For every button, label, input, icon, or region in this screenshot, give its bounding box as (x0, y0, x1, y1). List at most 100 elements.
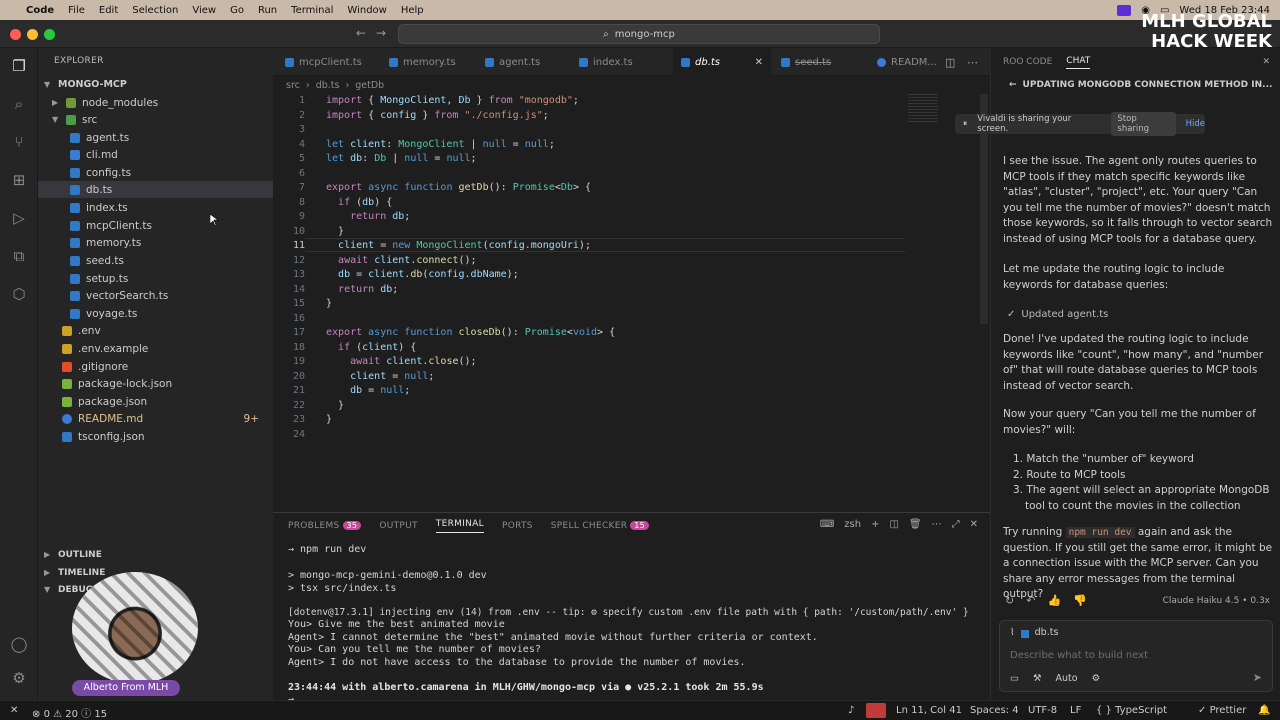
formatter[interactable]: ✓ Prettier (1198, 705, 1246, 716)
paperclip-icon[interactable]: ⌇ (1010, 627, 1015, 638)
tree-item-mcpclient-ts[interactable]: mcpClient.ts (38, 217, 273, 234)
tree-item-seed-ts[interactable]: seed.ts (38, 252, 273, 269)
tab-chat[interactable]: CHAT (1066, 56, 1091, 69)
back-arrow-icon[interactable]: ← (356, 26, 366, 40)
thumbs-up-icon[interactable]: 👍 (1047, 594, 1061, 607)
tab-memory-ts[interactable]: memory.ts (381, 48, 464, 76)
menu-view[interactable]: View (192, 5, 216, 16)
tab-terminal[interactable]: TERMINAL (435, 519, 484, 533)
menu-help[interactable]: Help (401, 5, 424, 16)
close-panel-icon[interactable]: ✕ (970, 519, 978, 530)
tab-readme[interactable]: READM... (869, 48, 945, 76)
chat-input-box[interactable]: ⌇ db.ts Describe what to build next ▭ ⚒ A… (999, 620, 1273, 692)
stop-sharing-button[interactable]: Stop sharing (1111, 112, 1176, 136)
attachment-chip[interactable]: ⌇ db.ts (1010, 627, 1058, 638)
split-editor-icon[interactable]: ◫ (945, 56, 955, 69)
tree-item-agent-ts[interactable]: agent.ts (38, 129, 273, 146)
settings-sliders-icon[interactable]: ⚙ (1092, 673, 1101, 684)
bell-icon[interactable]: ♪ (848, 705, 854, 716)
menu-window[interactable]: Window (347, 5, 386, 16)
tools-icon[interactable]: ⚒ (1033, 673, 1042, 684)
menu-edit[interactable]: Edit (99, 5, 118, 16)
tree-item-vectorsearch-ts[interactable]: vectorSearch.ts (38, 287, 273, 304)
tree-item-package-json[interactable]: package.json (38, 393, 273, 410)
tree-item-db-ts[interactable]: db.ts (38, 181, 273, 198)
trash-icon[interactable]: 🗑 (909, 519, 922, 530)
tree-item-cli-md[interactable]: cli.md (38, 146, 273, 163)
remote-icon[interactable]: ✕ (10, 705, 18, 716)
maximize-panel-icon[interactable]: ⤢ (952, 519, 960, 530)
menu-file[interactable]: File (68, 5, 85, 16)
forward-arrow-icon[interactable]: → (376, 26, 386, 40)
account-icon[interactable]: ◯ (9, 634, 29, 654)
tree-item-gitignore[interactable]: .gitignore (38, 358, 273, 375)
tree-item-index-ts[interactable]: index.ts (38, 199, 273, 216)
more-actions-icon[interactable]: ⋯ (967, 56, 978, 69)
agent-mode-icon[interactable]: ▭ (1010, 673, 1019, 684)
close-chat-icon[interactable]: ✕ (1262, 57, 1270, 67)
minimap[interactable] (908, 94, 938, 122)
tree-item-setup-ts[interactable]: setup.ts (38, 270, 273, 287)
indentation[interactable]: Spaces: 4 (970, 705, 1019, 716)
run-debug-icon[interactable]: ▷ (9, 208, 29, 228)
recording-indicator-icon[interactable] (866, 703, 886, 718)
encoding[interactable]: UTF-8 (1028, 705, 1057, 716)
explorer-icon[interactable]: ❐ (9, 56, 29, 76)
remote-explorer-icon[interactable]: ⧉ (9, 246, 29, 266)
thumbs-down-icon[interactable]: 👎 (1073, 594, 1087, 607)
hide-notice-button[interactable]: Hide (1186, 119, 1205, 129)
menu-selection[interactable]: Selection (132, 5, 178, 16)
zoom-window-button[interactable] (44, 29, 55, 40)
notifications-icon[interactable]: 🔔 (1258, 705, 1270, 716)
retry-icon[interactable]: ↻ (1005, 594, 1014, 607)
cursor-position[interactable]: Ln 11, Col 41 (896, 705, 962, 716)
tab-spell-checker[interactable]: SPELL CHECKER 15 (551, 521, 650, 531)
breadcrumb-symbol[interactable]: getDb (355, 80, 384, 91)
tab-index-ts[interactable]: index.ts (571, 48, 641, 76)
tab-problems[interactable]: PROBLEMS 35 (288, 521, 362, 531)
command-center-search[interactable]: ⌕ mongo-mcp (398, 24, 880, 44)
tab-roo-code[interactable]: ROO CODE (1003, 57, 1052, 67)
problems-status[interactable]: ⊗ 0 ⚠ 20 ⓘ 15 (32, 705, 107, 720)
tree-item-tsconfig-json[interactable]: tsconfig.json (38, 428, 273, 445)
close-tab-icon[interactable]: ✕ (755, 57, 763, 68)
source-control-icon[interactable]: ⑂ (9, 132, 29, 152)
tab-output[interactable]: OUTPUT (379, 521, 417, 531)
breadcrumb-src[interactable]: src (286, 80, 300, 91)
tree-item-src[interactable]: ▼ src (38, 111, 273, 128)
tree-item-memory-ts[interactable]: memory.ts (38, 234, 273, 251)
outline-section[interactable]: ▶ OUTLINE (38, 546, 273, 563)
mode-select[interactable]: Auto (1056, 673, 1078, 684)
minimize-window-button[interactable] (27, 29, 38, 40)
chat-input-placeholder[interactable]: Describe what to build next (1010, 650, 1148, 661)
tree-item-readme-md[interactable]: README.md 9+ (38, 410, 273, 427)
split-terminal-icon[interactable]: ◫ (889, 519, 898, 530)
tab-agent-ts[interactable]: agent.ts (477, 48, 548, 76)
project-root[interactable]: ▼ MONGO-MCP (38, 76, 273, 93)
updated-file-note[interactable]: ✓ Updated agent.ts (1003, 307, 1275, 323)
tree-item-env-example[interactable]: .env.example (38, 340, 273, 357)
send-icon[interactable]: ➤ (1253, 671, 1262, 684)
containers-icon[interactable]: ⬡ (9, 284, 29, 304)
menu-app-name[interactable]: Code (26, 5, 54, 16)
search-icon[interactable]: ⌕ (9, 94, 29, 114)
close-window-button[interactable] (10, 29, 21, 40)
settings-gear-icon[interactable]: ⚙ (9, 668, 29, 688)
language-mode[interactable]: { } TypeScript (1096, 705, 1167, 716)
code-editor[interactable]: 1 2 3 4 5 6 7 8 9 10 11 12 13 14 15 16 17 18 19 20 21 22 23 24 … (273, 94, 990, 512)
tab-ports[interactable]: PORTS (502, 521, 533, 531)
menu-run[interactable]: Run (258, 5, 277, 16)
more-actions-icon[interactable]: ⋯ (932, 519, 942, 530)
tab-seed-ts[interactable]: seed.ts (773, 48, 839, 76)
menu-go[interactable]: Go (230, 5, 244, 16)
breadcrumb-file[interactable]: db.ts (316, 80, 340, 91)
tree-item-config-ts[interactable]: config.ts (38, 164, 273, 181)
tree-item-package-lock-json[interactable]: package-lock.json (38, 375, 273, 392)
tab-db-ts[interactable]: db.ts ✕ (673, 48, 771, 76)
back-arrow-icon[interactable]: ← (1009, 80, 1017, 90)
shell-name[interactable]: zsh (844, 519, 861, 530)
extensions-icon[interactable]: ⊞ (9, 170, 29, 190)
undo-icon[interactable]: ↶ (1026, 594, 1035, 607)
tab-mcpclient-ts[interactable]: mcpClient.ts (277, 48, 370, 76)
line-ending[interactable]: LF (1070, 705, 1081, 716)
